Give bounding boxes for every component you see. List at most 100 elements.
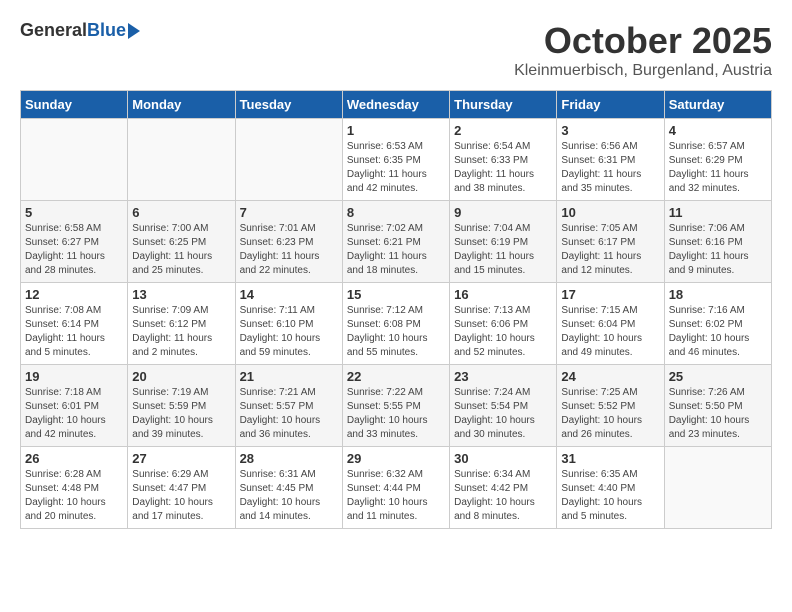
day-number: 2 [454,123,552,138]
day-info: Sunrise: 7:18 AM Sunset: 6:01 PM Dayligh… [25,386,123,442]
day-info: Sunrise: 6:32 AM Sunset: 4:44 PM Dayligh… [347,468,445,524]
month-title: October 2025 [514,20,772,62]
title-block: October 2025 Kleinmuerbisch, Burgenland,… [514,20,772,80]
day-info: Sunrise: 6:53 AM Sunset: 6:35 PM Dayligh… [347,140,445,196]
calendar-cell: 12 Sunrise: 7:08 AM Sunset: 6:14 PM Dayli… [21,283,128,365]
day-info: Sunrise: 7:01 AM Sunset: 6:23 PM Dayligh… [240,222,338,278]
day-number: 13 [132,287,230,302]
day-info: Sunrise: 7:13 AM Sunset: 6:06 PM Dayligh… [454,304,552,360]
day-info: Sunrise: 7:05 AM Sunset: 6:17 PM Dayligh… [561,222,659,278]
calendar-cell: 23 Sunrise: 7:24 AM Sunset: 5:54 PM Dayli… [450,365,557,447]
calendar-cell: 3 Sunrise: 6:56 AM Sunset: 6:31 PM Daylig… [557,119,664,201]
calendar-cell: 9Sunrise: 7:04 AM Sunset: 6:19 PM Daylig… [450,201,557,283]
day-number: 6 [132,205,230,220]
calendar-cell: 4 Sunrise: 6:57 AM Sunset: 6:29 PM Daylig… [664,119,771,201]
day-info: Sunrise: 7:00 AM Sunset: 6:25 PM Dayligh… [132,222,230,278]
day-number: 3 [561,123,659,138]
day-info: Sunrise: 6:28 AM Sunset: 4:48 PM Dayligh… [25,468,123,524]
day-number: 26 [25,451,123,466]
day-info: Sunrise: 7:12 AM Sunset: 6:08 PM Dayligh… [347,304,445,360]
day-number: 21 [240,369,338,384]
day-info: Sunrise: 7:15 AM Sunset: 6:04 PM Dayligh… [561,304,659,360]
day-number: 19 [25,369,123,384]
calendar-cell: 2 Sunrise: 6:54 AM Sunset: 6:33 PM Daylig… [450,119,557,201]
day-number: 4 [669,123,767,138]
day-number: 12 [25,287,123,302]
calendar-cell: 22 Sunrise: 7:22 AM Sunset: 5:55 PM Dayli… [342,365,449,447]
day-number: 7 [240,205,338,220]
day-number: 15 [347,287,445,302]
weekday-header: Thursday [450,91,557,119]
calendar-cell: 30Sunrise: 6:34 AM Sunset: 4:42 PM Dayli… [450,447,557,529]
weekday-header: Sunday [21,91,128,119]
day-info: Sunrise: 6:35 AM Sunset: 4:40 PM Dayligh… [561,468,659,524]
day-number: 31 [561,451,659,466]
calendar-cell: 26 Sunrise: 6:28 AM Sunset: 4:48 PM Dayli… [21,447,128,529]
day-number: 10 [561,205,659,220]
calendar-week-row: 12 Sunrise: 7:08 AM Sunset: 6:14 PM Dayli… [21,283,772,365]
calendar-cell: 13Sunrise: 7:09 AM Sunset: 6:12 PM Dayli… [128,283,235,365]
day-number: 23 [454,369,552,384]
day-info: Sunrise: 7:26 AM Sunset: 5:50 PM Dayligh… [669,386,767,442]
calendar-cell [128,119,235,201]
day-number: 27 [132,451,230,466]
day-info: Sunrise: 7:02 AM Sunset: 6:21 PM Dayligh… [347,222,445,278]
page-header: General Blue October 2025 Kleinmuerbisch… [20,20,772,80]
day-info: Sunrise: 6:58 AM Sunset: 6:27 PM Dayligh… [25,222,123,278]
day-info: Sunrise: 7:25 AM Sunset: 5:52 PM Dayligh… [561,386,659,442]
calendar-week-row: 19 Sunrise: 7:18 AM Sunset: 6:01 PM Dayli… [21,365,772,447]
day-number: 22 [347,369,445,384]
day-number: 11 [669,205,767,220]
day-number: 17 [561,287,659,302]
calendar-table: SundayMondayTuesdayWednesdayThursdayFrid… [20,90,772,529]
calendar-cell: 1 Sunrise: 6:53 AM Sunset: 6:35 PM Daylig… [342,119,449,201]
day-info: Sunrise: 6:31 AM Sunset: 4:45 PM Dayligh… [240,468,338,524]
day-number: 25 [669,369,767,384]
calendar-cell: 21 Sunrise: 7:21 AM Sunset: 5:57 PM Dayli… [235,365,342,447]
weekday-header: Wednesday [342,91,449,119]
calendar-cell [664,447,771,529]
calendar-cell: 20Sunrise: 7:19 AM Sunset: 5:59 PM Dayli… [128,365,235,447]
day-number: 18 [669,287,767,302]
day-number: 20 [132,369,230,384]
day-info: Sunrise: 6:57 AM Sunset: 6:29 PM Dayligh… [669,140,767,196]
day-info: Sunrise: 7:06 AM Sunset: 6:16 PM Dayligh… [669,222,767,278]
calendar-cell: 28Sunrise: 6:31 AM Sunset: 4:45 PM Dayli… [235,447,342,529]
day-info: Sunrise: 6:56 AM Sunset: 6:31 PM Dayligh… [561,140,659,196]
day-number: 5 [25,205,123,220]
day-info: Sunrise: 7:21 AM Sunset: 5:57 PM Dayligh… [240,386,338,442]
calendar-week-row: 26 Sunrise: 6:28 AM Sunset: 4:48 PM Dayli… [21,447,772,529]
location-title: Kleinmuerbisch, Burgenland, Austria [514,62,772,80]
day-number: 30 [454,451,552,466]
day-number: 1 [347,123,445,138]
day-info: Sunrise: 7:04 AM Sunset: 6:19 PM Dayligh… [454,222,552,278]
weekday-header: Tuesday [235,91,342,119]
weekday-header: Monday [128,91,235,119]
calendar-header-row: SundayMondayTuesdayWednesdayThursdayFrid… [21,91,772,119]
calendar-cell: 6 Sunrise: 7:00 AM Sunset: 6:25 PM Daylig… [128,201,235,283]
day-info: Sunrise: 7:22 AM Sunset: 5:55 PM Dayligh… [347,386,445,442]
day-info: Sunrise: 6:54 AM Sunset: 6:33 PM Dayligh… [454,140,552,196]
logo: General Blue [20,20,140,41]
day-number: 16 [454,287,552,302]
day-info: Sunrise: 7:08 AM Sunset: 6:14 PM Dayligh… [25,304,123,360]
day-number: 29 [347,451,445,466]
day-info: Sunrise: 7:16 AM Sunset: 6:02 PM Dayligh… [669,304,767,360]
logo-arrow-icon [128,23,140,39]
calendar-cell: 29 Sunrise: 6:32 AM Sunset: 4:44 PM Dayli… [342,447,449,529]
weekday-header: Saturday [664,91,771,119]
day-info: Sunrise: 7:11 AM Sunset: 6:10 PM Dayligh… [240,304,338,360]
calendar-week-row: 5 Sunrise: 6:58 AM Sunset: 6:27 PM Daylig… [21,201,772,283]
logo-blue-text: Blue [87,20,126,41]
calendar-cell: 24Sunrise: 7:25 AM Sunset: 5:52 PM Dayli… [557,365,664,447]
calendar-cell: 16 Sunrise: 7:13 AM Sunset: 6:06 PM Dayli… [450,283,557,365]
calendar-cell: 25 Sunrise: 7:26 AM Sunset: 5:50 PM Dayli… [664,365,771,447]
day-info: Sunrise: 7:24 AM Sunset: 5:54 PM Dayligh… [454,386,552,442]
calendar-cell: 18 Sunrise: 7:16 AM Sunset: 6:02 PM Dayli… [664,283,771,365]
calendar-cell: 5 Sunrise: 6:58 AM Sunset: 6:27 PM Daylig… [21,201,128,283]
calendar-cell: 19 Sunrise: 7:18 AM Sunset: 6:01 PM Dayli… [21,365,128,447]
day-number: 8 [347,205,445,220]
day-number: 14 [240,287,338,302]
calendar-cell: 31 Sunrise: 6:35 AM Sunset: 4:40 PM Dayli… [557,447,664,529]
calendar-cell [235,119,342,201]
